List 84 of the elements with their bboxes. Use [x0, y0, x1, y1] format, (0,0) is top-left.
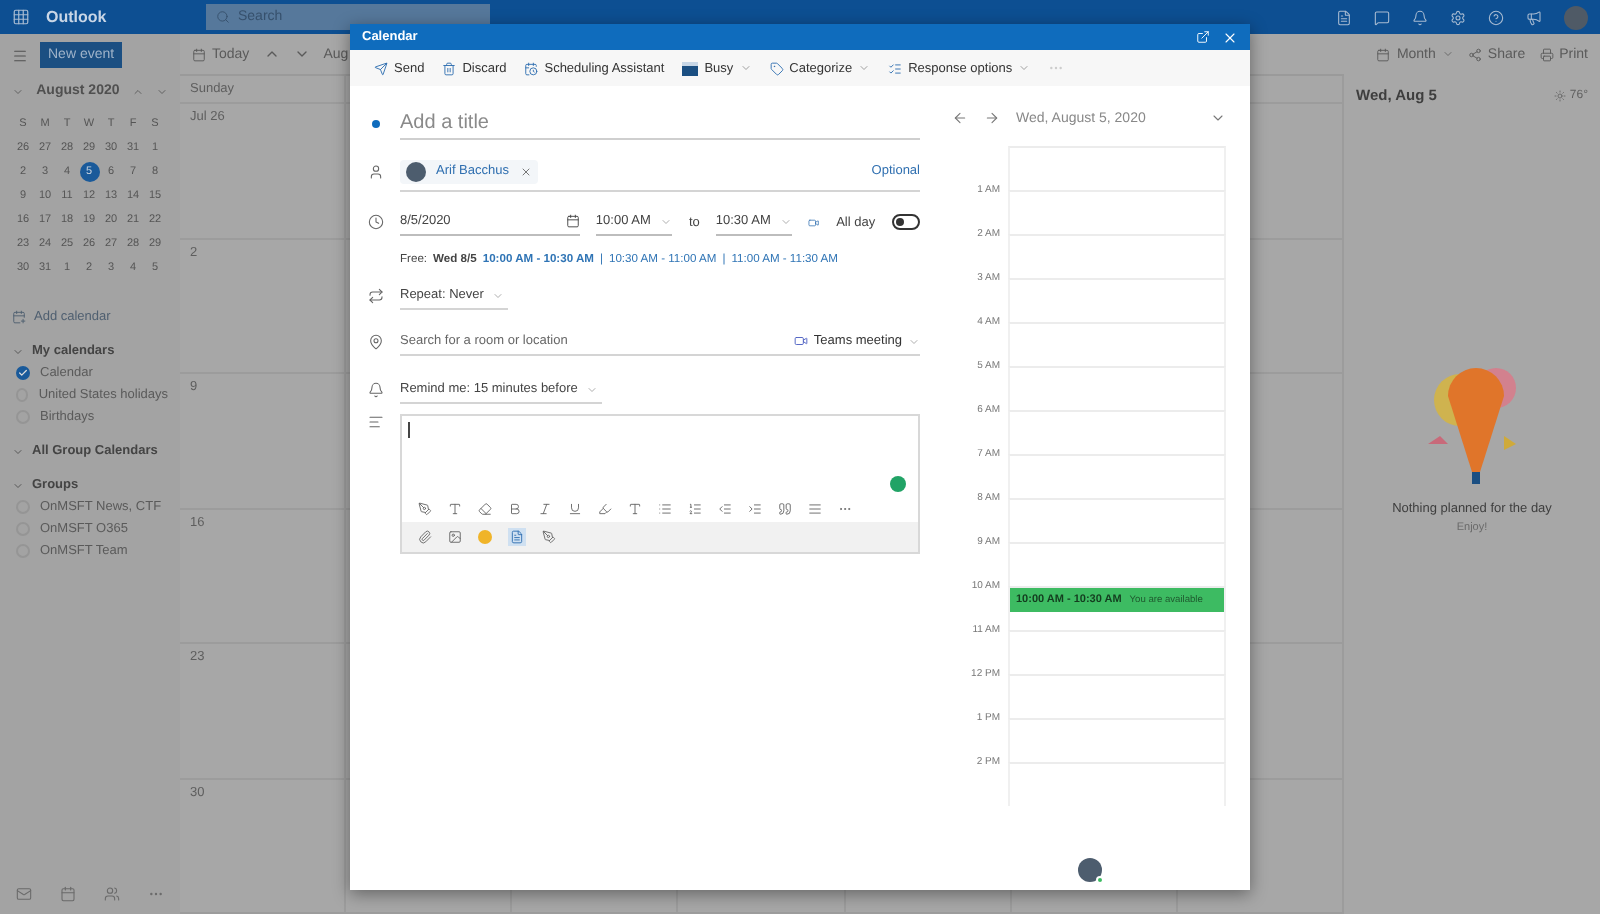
calendar-icon	[192, 47, 206, 61]
pop-out-icon	[1196, 30, 1210, 44]
calendar-icon	[565, 214, 580, 228]
font-size-icon	[448, 502, 462, 516]
highlight-icon	[598, 502, 612, 516]
clock-icon	[367, 214, 383, 230]
chevron-down-icon	[780, 215, 793, 227]
align-icon	[808, 502, 822, 516]
outdent-icon	[718, 502, 732, 516]
chevron-down-icon	[12, 479, 24, 491]
numbering-icon	[688, 502, 702, 516]
chevron-down-icon	[1018, 62, 1031, 74]
all-day-toggle[interactable]	[891, 214, 921, 230]
forward-arrow-icon	[984, 110, 1000, 126]
calendar-plus-icon	[12, 310, 26, 324]
up-arrow-button[interactable]	[263, 46, 280, 62]
font-color-icon	[628, 502, 642, 516]
down-arrow-button[interactable]	[293, 46, 310, 62]
busy-icon	[682, 61, 699, 75]
chevron-down-icon	[908, 335, 920, 347]
bold-icon	[508, 502, 522, 516]
video-icon	[808, 215, 821, 229]
megaphone-icon	[1526, 9, 1542, 25]
chevron-down-icon	[12, 85, 24, 97]
chevron-down-icon	[660, 215, 673, 227]
chat-icon	[1374, 9, 1390, 25]
sun-icon	[1553, 89, 1566, 101]
attach-icon	[418, 530, 432, 544]
back-arrow-icon	[952, 110, 968, 126]
message-editor[interactable]	[400, 414, 920, 554]
template-button[interactable]	[508, 528, 526, 546]
reminder-icon	[367, 382, 383, 398]
clear-format-icon	[478, 502, 492, 516]
chevron-down-icon	[739, 62, 752, 74]
person-icon	[367, 164, 383, 180]
print-icon	[1539, 47, 1554, 61]
bell-icon	[1412, 9, 1428, 25]
app-name: Outlook	[46, 8, 109, 26]
menu-icon	[12, 47, 28, 63]
dot-icon	[371, 120, 379, 128]
emoji-icon[interactable]	[478, 530, 492, 544]
check-icon	[18, 368, 28, 378]
people-icon	[104, 886, 120, 902]
hour-slot[interactable]	[1008, 542, 1226, 586]
trash-icon	[442, 61, 457, 75]
chevron-down-icon	[585, 383, 598, 395]
pen-icon	[542, 530, 556, 544]
close-icon	[1222, 29, 1238, 45]
chevron-down-icon	[12, 345, 24, 357]
video-icon	[793, 334, 808, 348]
calendar-icon	[1376, 47, 1391, 61]
send-icon	[374, 61, 388, 75]
checkbox[interactable]	[16, 366, 30, 380]
app-launcher-icon	[12, 8, 30, 26]
calendar-clock-icon	[524, 61, 539, 75]
attendee-avatar	[406, 161, 426, 181]
remove-icon	[519, 165, 531, 177]
chevron-down-icon	[1210, 110, 1226, 126]
repeat-icon	[367, 288, 383, 304]
quote-icon	[778, 502, 792, 516]
presence-dot	[1095, 876, 1103, 884]
underline-icon	[568, 502, 582, 516]
search-icon	[216, 10, 230, 24]
settings-icon	[1450, 9, 1466, 25]
tag-icon	[769, 61, 784, 75]
user-avatar[interactable]	[1564, 5, 1588, 29]
chevron-down-icon	[858, 62, 871, 74]
notes-icon	[367, 414, 383, 430]
calendar-icon	[60, 886, 76, 902]
title-field[interactable]: Add a title	[400, 108, 920, 140]
help-icon	[1488, 9, 1504, 25]
italic-icon	[538, 502, 552, 516]
chevron-down-icon	[1441, 48, 1454, 60]
indent-icon	[748, 502, 762, 516]
document-icon	[1336, 9, 1352, 25]
text-cursor	[408, 422, 410, 438]
chevron-down-icon	[12, 445, 24, 457]
mail-icon	[16, 886, 32, 902]
image-icon	[448, 530, 462, 544]
location-icon	[367, 334, 383, 350]
chevron-down-icon	[491, 289, 504, 301]
share-icon	[1467, 47, 1482, 61]
bullets-icon	[658, 502, 672, 516]
checklist-icon	[888, 61, 903, 75]
